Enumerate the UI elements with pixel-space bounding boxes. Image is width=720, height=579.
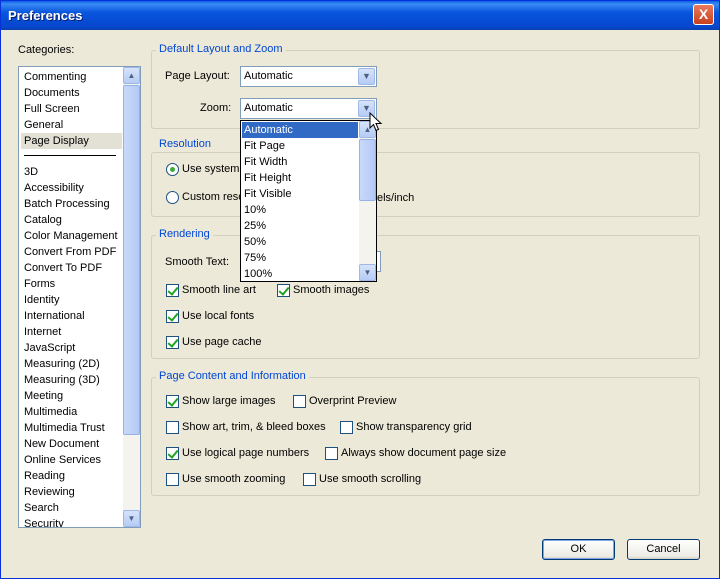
zoom-option[interactable]: 100%: [242, 266, 358, 281]
category-item[interactable]: Convert To PDF: [24, 260, 102, 276]
pixels-per-inch-label: els/inch: [377, 192, 415, 204]
zoom-option[interactable]: 75%: [242, 250, 358, 266]
overprint-preview-checkbox[interactable]: [293, 395, 306, 408]
smooth-images-label: Smooth images: [293, 284, 370, 296]
chevron-down-icon[interactable]: ▼: [358, 68, 375, 85]
zoom-option[interactable]: 50%: [242, 234, 358, 250]
zoom-option[interactable]: Fit Height: [242, 170, 358, 186]
use-smooth-scrolling-checkbox[interactable]: [303, 473, 316, 486]
zoom-select[interactable]: Automatic ▼: [240, 98, 377, 119]
category-item[interactable]: International: [24, 308, 85, 324]
zoom-option[interactable]: Automatic: [242, 122, 358, 138]
category-item[interactable]: 3D: [24, 164, 38, 180]
zoom-dropdown-scrollbar[interactable]: ▲ ▼: [359, 121, 376, 281]
category-item[interactable]: Internet: [24, 324, 61, 340]
category-item[interactable]: Batch Processing: [24, 196, 110, 212]
zoom-label: Zoom:: [200, 102, 232, 114]
zoom-option[interactable]: 25%: [242, 218, 358, 234]
category-item[interactable]: Documents: [24, 85, 80, 101]
show-large-images-checkbox[interactable]: [166, 395, 179, 408]
use-page-cache-label: Use page cache: [182, 336, 262, 348]
custom-resolution-label: Custom reso: [182, 191, 245, 203]
use-smooth-zooming-checkbox[interactable]: [166, 473, 179, 486]
use-system-label: Use system: [182, 163, 240, 175]
category-item[interactable]: General: [24, 117, 63, 133]
show-transparency-grid-checkbox[interactable]: [340, 421, 353, 434]
categories-label: Categories:: [18, 44, 75, 56]
smooth-images-checkbox[interactable]: [277, 284, 290, 297]
smooth-text-label: Smooth Text:: [165, 256, 229, 268]
preferences-dialog: Preferences X Categories: ▲ ▼ Commenting…: [0, 0, 720, 579]
mouse-pointer-icon: [369, 112, 383, 132]
categories-scrollbar[interactable]: ▲ ▼: [123, 67, 140, 527]
category-item[interactable]: Full Screen: [24, 101, 80, 117]
use-local-fonts-label: Use local fonts: [182, 310, 255, 322]
always-show-page-size-checkbox[interactable]: [325, 447, 338, 460]
window-title: Preferences: [8, 8, 83, 23]
category-item[interactable]: New Document: [24, 436, 99, 452]
category-item[interactable]: Convert From PDF: [24, 244, 116, 260]
page-layout-value: Automatic: [244, 70, 293, 82]
category-item[interactable]: Identity: [24, 292, 59, 308]
resolution-group: [151, 152, 700, 217]
overprint-preview-label: Overprint Preview: [309, 395, 397, 407]
category-item[interactable]: Forms: [24, 276, 55, 292]
zoom-value: Automatic: [244, 102, 293, 114]
show-transparency-grid-label: Show transparency grid: [356, 421, 472, 433]
zoom-dropdown-list[interactable]: 100% 75% 50% 25% 10% Fit Visible Fit Height Fit…: [240, 120, 377, 282]
zoom-option[interactable]: Fit Page: [242, 138, 358, 154]
scroll-up-icon[interactable]: ▲: [123, 67, 140, 84]
show-art-trim-bleed-checkbox[interactable]: [166, 421, 179, 434]
resolution-title: Resolution: [156, 138, 214, 150]
category-item[interactable]: Reading: [24, 468, 65, 484]
category-item[interactable]: Meeting: [24, 388, 63, 404]
cancel-button[interactable]: Cancel: [627, 539, 700, 560]
custom-resolution-radio[interactable]: [166, 191, 179, 204]
category-item[interactable]: Multimedia Trust: [24, 420, 105, 436]
use-local-fonts-checkbox[interactable]: [166, 310, 179, 323]
scroll-down-icon[interactable]: ▼: [359, 264, 376, 281]
category-item[interactable]: Measuring (3D): [24, 372, 100, 388]
show-large-images-label: Show large images: [182, 395, 276, 407]
scroll-down-icon[interactable]: ▼: [123, 510, 140, 527]
close-button[interactable]: X: [693, 4, 714, 25]
use-logical-page-numbers-checkbox[interactable]: [166, 447, 179, 460]
title-bar[interactable]: Preferences X: [1, 1, 719, 30]
use-smooth-zooming-label: Use smooth zooming: [182, 473, 286, 485]
page-layout-select[interactable]: Automatic ▼: [240, 66, 377, 87]
use-page-cache-checkbox[interactable]: [166, 336, 179, 349]
category-item[interactable]: Online Services: [24, 452, 101, 468]
category-item[interactable]: Accessibility: [24, 180, 84, 196]
show-art-trim-bleed-label: Show art, trim, & bleed boxes: [182, 421, 326, 433]
category-item[interactable]: Commenting: [24, 69, 86, 85]
page-content-title: Page Content and Information: [156, 370, 309, 382]
zoom-option[interactable]: Fit Visible: [242, 186, 358, 202]
ok-button[interactable]: OK: [542, 539, 615, 560]
use-system-radio[interactable]: [166, 163, 179, 176]
smooth-line-art-checkbox[interactable]: [166, 284, 179, 297]
category-item[interactable]: Multimedia: [24, 404, 77, 420]
smooth-line-art-label: Smooth line art: [182, 284, 256, 296]
page-layout-label: Page Layout:: [165, 70, 230, 82]
use-smooth-scrolling-label: Use smooth scrolling: [319, 473, 422, 485]
layout-zoom-group: [151, 50, 700, 129]
rendering-title: Rendering: [156, 228, 213, 240]
zoom-option[interactable]: 10%: [242, 202, 358, 218]
category-item[interactable]: Measuring (2D): [24, 356, 100, 372]
zoom-option[interactable]: Fit Width: [242, 154, 358, 170]
categories-list[interactable]: ▲ ▼ Commenting Documents Full Screen Genera…: [18, 66, 141, 528]
category-item[interactable]: Page Display: [21, 133, 122, 149]
categories-separator: [24, 155, 116, 156]
use-logical-page-numbers-label: Use logical page numbers: [182, 447, 310, 459]
layout-zoom-title: Default Layout and Zoom: [156, 43, 286, 55]
scroll-thumb[interactable]: [359, 139, 376, 201]
category-item[interactable]: Catalog: [24, 212, 62, 228]
category-item[interactable]: JavaScript: [24, 340, 75, 356]
category-item[interactable]: Search: [24, 500, 59, 516]
category-item[interactable]: Reviewing: [24, 484, 75, 500]
always-show-page-size-label: Always show document page size: [341, 447, 507, 459]
category-item[interactable]: Color Management: [24, 228, 118, 244]
category-item[interactable]: Security: [24, 516, 64, 527]
scroll-thumb[interactable]: [123, 85, 140, 435]
